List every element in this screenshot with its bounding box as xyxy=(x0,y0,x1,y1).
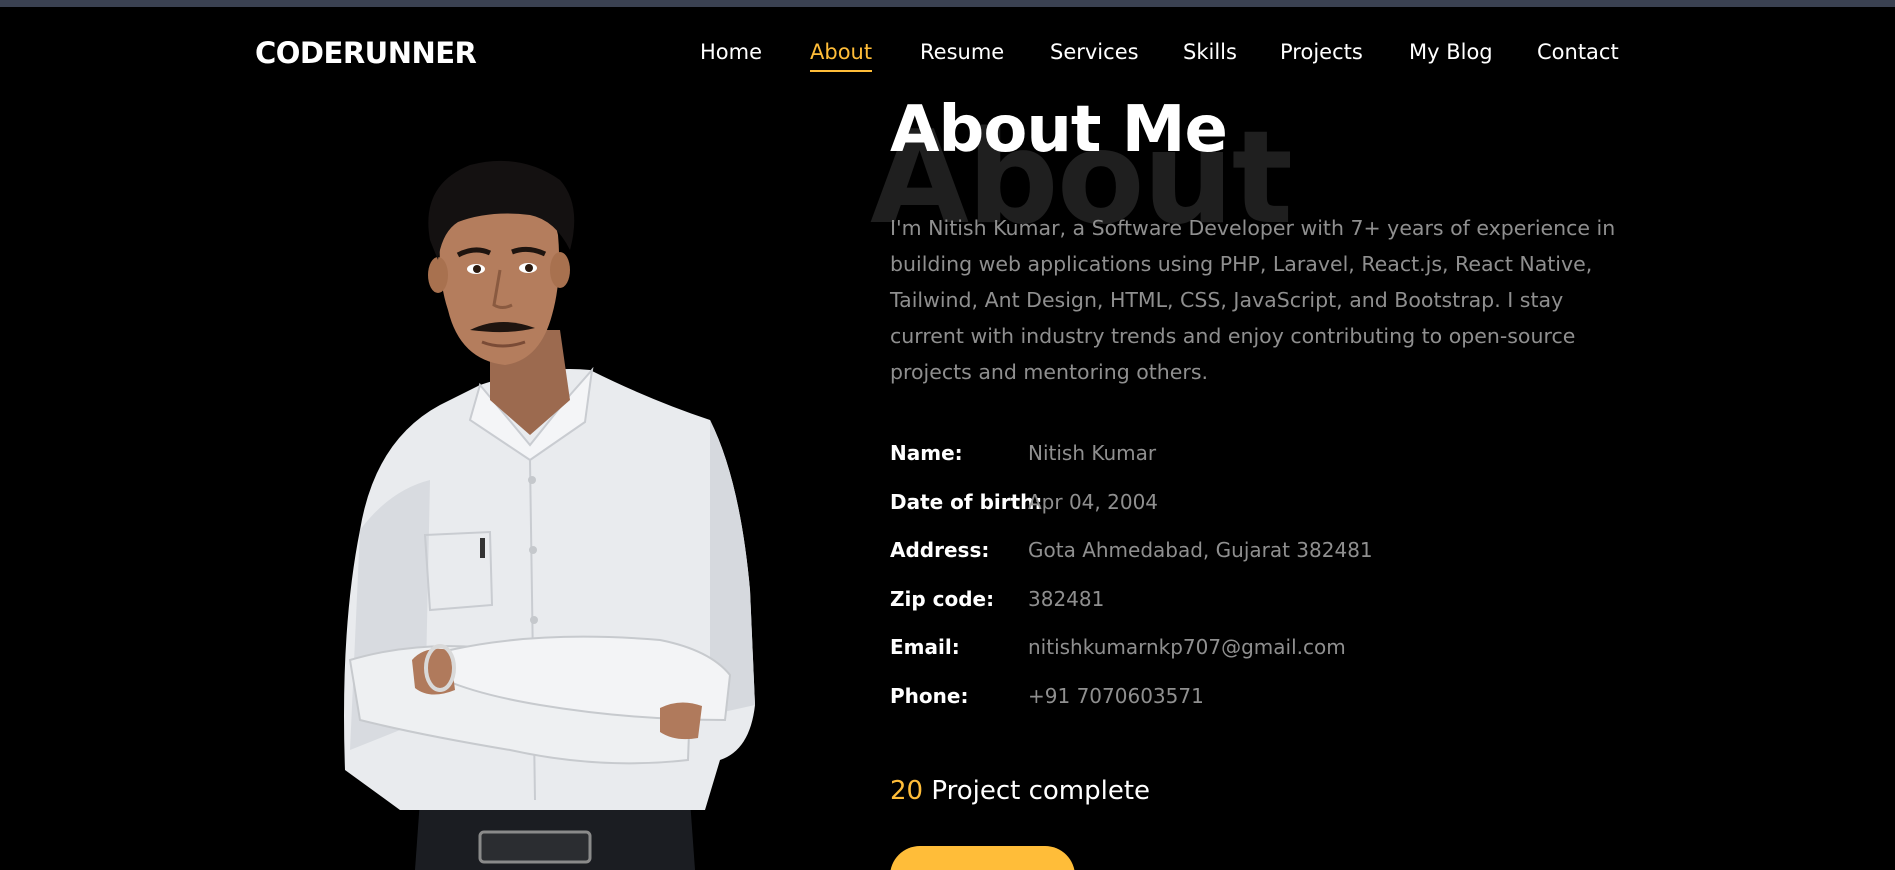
projects-count-label: Project complete xyxy=(931,776,1151,806)
nav-item-services[interactable]: Services xyxy=(1050,38,1139,66)
info-value: 382481 xyxy=(1028,586,1105,611)
nav-item-resume[interactable]: Resume xyxy=(920,38,1004,66)
section-title: About Me xyxy=(890,93,1228,167)
personal-info-list: Name: Nitish Kumar Date of birth: Apr 04… xyxy=(890,441,1590,732)
info-label: Name: xyxy=(890,441,963,465)
info-row-phone: Phone: +91 7070603571 xyxy=(890,684,1590,733)
info-value: +91 7070603571 xyxy=(1028,683,1204,708)
nav-item-skills[interactable]: Skills xyxy=(1183,38,1237,66)
nav-item-contact[interactable]: Contact xyxy=(1537,38,1619,66)
info-row-date-of-birth: Date of birth: Apr 04, 2004 xyxy=(890,490,1590,539)
info-row-zip-code: Zip code: 382481 xyxy=(890,587,1590,636)
top-accent-bar xyxy=(0,0,1895,7)
profile-photo xyxy=(344,160,755,870)
projects-counter: 20 Project complete xyxy=(890,776,1150,806)
info-value: nitishkumarnkp707@gmail.com xyxy=(1028,635,1346,659)
main-nav: Home About Resume Services Skills Projec… xyxy=(0,38,1895,78)
info-value: Gota Ahmedabad, Gujarat 382481 xyxy=(1028,538,1373,562)
info-label: Date of birth: xyxy=(890,489,1043,514)
nav-item-home[interactable]: Home xyxy=(700,38,762,66)
info-row-email: Email: nitishkumarnkp707@gmail.com xyxy=(890,635,1590,684)
nav-item-about[interactable]: About xyxy=(810,38,873,72)
info-value: Apr 04, 2004 xyxy=(1028,489,1159,514)
info-label: Zip code: xyxy=(890,586,995,611)
info-label: Address: xyxy=(890,538,990,562)
info-row-name: Name: Nitish Kumar xyxy=(890,441,1590,490)
info-value: Nitish Kumar xyxy=(1028,441,1157,465)
info-label: Phone: xyxy=(890,683,969,708)
cta-button[interactable] xyxy=(890,846,1075,870)
projects-count: 20 xyxy=(890,776,924,806)
nav-item-my-blog[interactable]: My Blog xyxy=(1409,38,1493,66)
info-label: Email: xyxy=(890,635,960,659)
bio-paragraph: I'm Nitish Kumar, a Software Developer w… xyxy=(890,216,1616,384)
nav-item-projects[interactable]: Projects xyxy=(1280,38,1363,66)
info-row-address: Address: Gota Ahmedabad, Gujarat 382481 xyxy=(890,538,1590,587)
